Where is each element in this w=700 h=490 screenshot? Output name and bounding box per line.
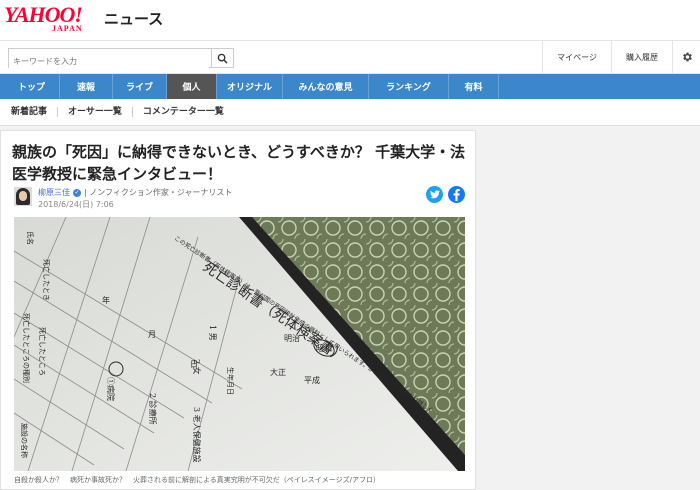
nav-paid[interactable]: 有料 [449,74,499,99]
top-links: マイページ 購入履歴 [542,41,700,73]
place-option-hospital: ①病院 [106,377,116,401]
logo-sub: JAPAN [52,24,83,33]
search-icon [217,53,228,64]
nav-top[interactable]: トップ [4,74,60,99]
era-taisho: 大正 [270,367,286,377]
subnav-new-articles[interactable]: 新着記事 [11,107,59,117]
date-label-year: 年 [102,295,110,305]
nav-opinions[interactable]: みんなの意見 [283,74,369,99]
search-input[interactable] [9,52,209,71]
search-row: マイページ 購入履歴 [0,40,700,74]
place-option-clinic: 2 診療所 [148,393,158,425]
facebook-share-button[interactable] [448,186,465,203]
sex-option-male: 1 男 [208,325,217,341]
nav-original[interactable]: オリジナル [217,74,283,99]
search-button[interactable] [211,49,233,67]
row-label-place: 死亡したところ [38,327,47,376]
row-label-place-type: 死亡したところの種別 [22,313,31,383]
mypage-link[interactable]: マイページ [542,41,611,73]
author-role: | ノンフィクション作家・ジャーナリスト [84,188,233,197]
sub-nav: 新着記事 オーサー一覧 コメンテーター一覧 [0,99,700,126]
row-label-facility: 施設の名称 [20,423,29,458]
main-nav: トップ 速報 ライブ 個人 オリジナル みんなの意見 ランキング 有料 [0,74,700,99]
article-title[interactable]: 親族の「死因」に納得できないとき、どうすべきか？ 千葉大学・法医学教授に緊急イン… [12,141,467,185]
place-option-nursing: 3 老人保健施設 [192,407,202,463]
photo-caption: 自殺か殺人か？ 病死か事故死か？ 火葬される前に解剖による真実究明が不可欠だ（ペ… [14,476,381,484]
nav-breaking[interactable]: 速報 [60,74,113,99]
settings-button[interactable] [672,41,700,73]
author-avatar[interactable] [14,187,32,206]
date-label-month: 月 [148,330,156,339]
author-line: 柳原三佳 ✓ | ノンフィクション作家・ジャーナリスト [38,187,232,198]
author-name[interactable]: 柳原三佳 [38,187,70,198]
service-name[interactable]: ニュース [104,8,163,29]
article-date: 2018/6/24(日) 7:06 [38,200,114,209]
row-label-name: 氏名 [26,231,35,245]
row-label-death-time: 死亡したとき [42,259,51,301]
search-box [8,48,234,71]
twitter-share-button[interactable] [426,186,443,203]
date-label-day: 日 [190,360,198,369]
subnav-commentators[interactable]: コメンテーター一覧 [143,107,234,117]
nav-live[interactable]: ライブ [113,74,167,99]
subnav-authors[interactable]: オーサー一覧 [68,107,133,117]
verified-icon: ✓ [73,188,81,197]
article-photo[interactable]: 死亡診断書（死体検案書） この死亡診断書（死体検案書）は、我が国の死因統計作成の… [14,217,465,471]
gear-icon [682,52,692,62]
top-header: YAHOO! JAPAN ニュース [0,0,700,40]
era-showa: 昭和 [316,344,332,353]
purchase-history-link[interactable]: 購入履歴 [611,41,672,73]
era-meiji: 明治 [284,333,300,343]
nav-individual[interactable]: 個人 [167,74,217,99]
era-heisei: 平成 [304,375,320,385]
nav-ranking[interactable]: ランキング [369,74,449,99]
facebook-icon [453,188,460,201]
death-certificate-photo: 死亡診断書（死体検案書） この死亡診断書（死体検案書）は、我が国の死因統計作成の… [14,217,465,471]
birth-label: 生年月日 [226,367,235,395]
article-card: 親族の「死因」に納得できないとき、どうすべきか？ 千葉大学・法医学教授に緊急イン… [0,130,476,490]
yahoo-japan-logo[interactable]: YAHOO! JAPAN [4,4,83,33]
twitter-icon [429,190,440,199]
